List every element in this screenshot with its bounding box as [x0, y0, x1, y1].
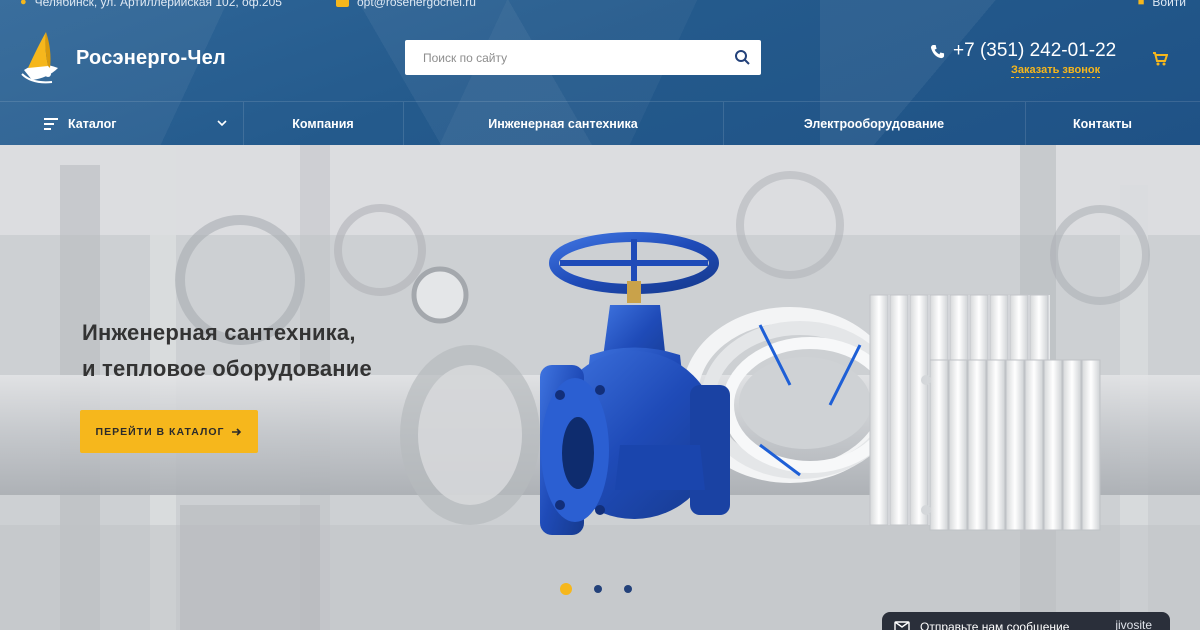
phone-icon [930, 44, 945, 58]
phone-number: +7 (351) 242-01-22 [953, 40, 1117, 61]
search-box [405, 40, 761, 75]
lock-icon: ■ [1137, 0, 1145, 8]
slider-pagination [560, 583, 632, 595]
menu-icon [44, 115, 58, 133]
search-icon[interactable] [733, 48, 753, 68]
phone-link[interactable]: +7 (351) 242-01-22 [930, 40, 1116, 62]
nav-divider [1025, 102, 1026, 145]
chevron-down-icon [217, 120, 227, 127]
mail-icon [336, 0, 349, 7]
nav-catalog-label: Каталог [68, 117, 117, 131]
site-header: ● Челябинск, ул. Артиллерийская 102, оф.… [0, 0, 1200, 145]
callback-link[interactable]: Заказать звонок [1011, 64, 1101, 78]
address-text: Челябинск, ул. Артиллерийская 102, оф.20… [34, 0, 282, 9]
gate-valve-image [540, 232, 730, 535]
go-to-catalog-label: ПЕРЕЙТИ В КАТАЛОГ [95, 425, 225, 438]
search-input[interactable] [405, 40, 725, 75]
logo[interactable]: Росэнерго-Чел [18, 30, 226, 86]
chat-widget[interactable]: Отправьте нам сообщение jivosite [882, 612, 1170, 630]
nav-plumbing[interactable]: Инженерная сантехника [403, 102, 723, 145]
slider-dot[interactable] [624, 585, 632, 593]
arrow-right-icon [232, 427, 242, 436]
hero-title-line-1: Инженерная сантехника, [82, 320, 356, 345]
hero-title: Инженерная сантехника, и тепловое оборуд… [82, 315, 372, 387]
top-bar: ● Челябинск, ул. Артиллерийская 102, оф.… [0, 0, 1200, 12]
chat-label: Отправьте нам сообщение [920, 620, 1070, 630]
email-link[interactable]: opt@rosenergochel.ru [336, 0, 476, 9]
hero-background-image [0, 145, 1200, 630]
logo-icon [21, 32, 58, 84]
nav-company[interactable]: Компания [243, 102, 403, 145]
go-to-catalog-button[interactable]: ПЕРЕЙТИ В КАТАЛОГ [80, 410, 258, 453]
address: ● Челябинск, ул. Артиллерийская 102, оф.… [20, 0, 282, 9]
logo-text: Росэнерго-Чел [76, 46, 226, 69]
map-pin-icon: ● [20, 0, 27, 8]
chat-brand: jivosite [1115, 618, 1152, 630]
nav-catalog[interactable]: Каталог [0, 102, 243, 145]
hero-slider: Инженерная сантехника, и тепловое оборуд… [0, 145, 1200, 630]
email-text: opt@rosenergochel.ru [357, 0, 476, 9]
nav-electric[interactable]: Электрооборудование [723, 102, 1025, 145]
nav-contacts[interactable]: Контакты [1025, 102, 1180, 145]
slider-dot[interactable] [560, 583, 572, 595]
login-link[interactable]: ■ Войти [1138, 0, 1186, 9]
login-text: Войти [1152, 0, 1186, 9]
hero-title-line-2: и тепловое оборудование [82, 356, 372, 381]
main-nav: Каталог Компания Инженерная сантехника Э… [0, 101, 1200, 145]
chat-icon [894, 620, 910, 630]
cart-icon[interactable] [1152, 51, 1168, 67]
slider-dot[interactable] [594, 585, 602, 593]
